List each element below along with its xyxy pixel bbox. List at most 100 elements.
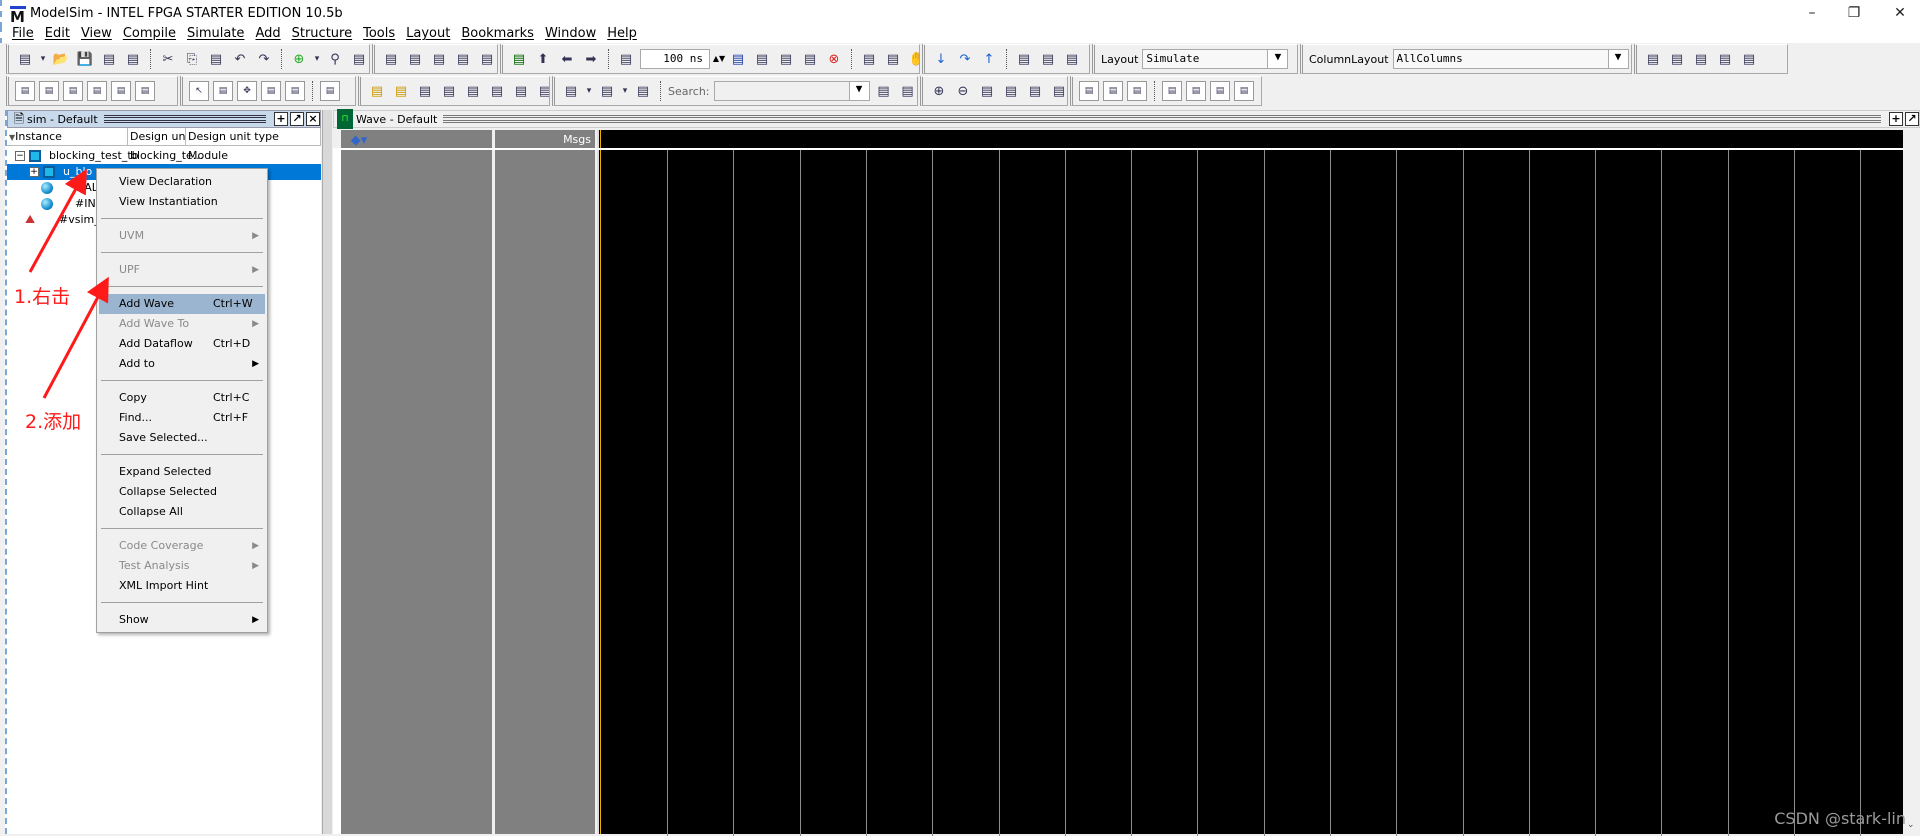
compile-icon[interactable]: ▤ xyxy=(381,49,401,69)
wave-marker-icon[interactable]: ▤ xyxy=(1691,49,1711,69)
performance-icon[interactable]: ▤ xyxy=(883,49,903,69)
zoom-last-icon[interactable]: ▤ xyxy=(1049,81,1067,101)
zoom-range-icon[interactable]: ▤ xyxy=(1025,81,1045,101)
back-icon[interactable]: ⬅ xyxy=(557,49,577,69)
search-input[interactable]: ▼ xyxy=(713,81,870,101)
simulate-icon[interactable]: ▤ xyxy=(453,49,473,69)
wave-export-icon[interactable]: ▤ xyxy=(1739,49,1759,69)
compile-all-icon[interactable]: ▤ xyxy=(429,49,449,69)
undock-button[interactable]: ↗ xyxy=(1905,112,1919,126)
restart-icon[interactable]: ▤ xyxy=(859,49,879,69)
wave-panel-header[interactable]: ⊓ Wave - Default + ↗ xyxy=(333,109,1920,129)
wave-cursor[interactable] xyxy=(600,130,601,834)
compile-help-icon[interactable]: ▤ xyxy=(405,49,425,69)
menu-structure[interactable]: Structure xyxy=(292,26,352,44)
msgs-label: Msgs xyxy=(563,133,591,146)
structure-icon[interactable]: ▤ xyxy=(349,49,369,69)
stop-icon[interactable]: ⊗ xyxy=(824,49,844,69)
zoom-in-icon[interactable]: ⊕ xyxy=(929,81,949,101)
find-icon[interactable]: ⚲ xyxy=(325,49,345,69)
wave-style7-icon[interactable]: ▤ xyxy=(1234,81,1254,101)
break-run-icon[interactable]: ▤ xyxy=(800,49,820,69)
up-icon[interactable]: ⬆ xyxy=(533,49,553,69)
wave-style5-icon[interactable]: ▤ xyxy=(1186,81,1206,101)
run-length-spinner[interactable]: ▲▼ xyxy=(713,49,725,69)
break-icon[interactable]: ▤ xyxy=(477,49,497,69)
toolbar-group: ▤ ▾ ▤ ▾ ▤ Search: ▼ ▤ ▤ xyxy=(552,76,918,106)
expand-time-icon[interactable]: ▤ xyxy=(633,81,653,101)
restore-button[interactable]: ❐ xyxy=(1836,2,1872,24)
wave-style1-icon[interactable]: ▤ xyxy=(1079,81,1099,101)
wave-style4-icon[interactable]: ▤ xyxy=(1162,81,1182,101)
layout-select[interactable]: Simulate ▼ xyxy=(1142,49,1289,69)
menu-item-xml-import-hint[interactable]: XML Import Hint xyxy=(99,576,265,596)
menu-item-code-coverage[interactable]: Code Coverage ▶ xyxy=(99,536,265,556)
waveform-area[interactable] xyxy=(597,130,1903,836)
drag-handle[interactable] xyxy=(443,115,1881,123)
continue-icon[interactable]: ▤ xyxy=(752,49,772,69)
menu-item-show[interactable]: Show ▶ xyxy=(99,610,265,630)
step-out-icon[interactable]: ↑ xyxy=(979,49,999,69)
run-length-icon[interactable]: ▤ xyxy=(616,49,636,69)
wave-list-icon[interactable]: ▤ xyxy=(1715,49,1735,69)
chevron-down-icon[interactable]: ▼ xyxy=(1607,50,1628,68)
close-button[interactable]: ✕ xyxy=(1882,2,1918,24)
menu-layout[interactable]: Layout xyxy=(406,26,450,44)
menu-item-collapse-all[interactable]: Collapse All xyxy=(99,502,265,522)
chevron-down-icon[interactable]: ▾ xyxy=(313,49,321,69)
minimize-button[interactable]: – xyxy=(1794,2,1830,24)
dataflow-icon[interactable]: ▤ xyxy=(320,81,340,101)
link-icon[interactable]: ▤ xyxy=(509,49,529,69)
menu-item-test-analysis[interactable]: Test Analysis ▶ xyxy=(99,556,265,576)
run-all-icon[interactable]: ▤ xyxy=(776,49,796,69)
step-over-icon[interactable]: ↷ xyxy=(955,49,975,69)
step-out2-icon[interactable]: ▤ xyxy=(1062,49,1082,69)
chevron-down-icon[interactable]: ▾ xyxy=(585,81,593,101)
edge-prev-icon[interactable]: ▤ xyxy=(415,81,435,101)
wave-style3-icon[interactable]: ▤ xyxy=(1127,81,1147,101)
zoom-cursor-icon[interactable]: ▤ xyxy=(1001,81,1021,101)
menu-bookmarks[interactable]: Bookmarks xyxy=(461,26,534,44)
run-icon[interactable]: ▤ xyxy=(728,49,748,69)
wave-gridline xyxy=(1595,150,1596,836)
zoom-full-icon[interactable]: ▤ xyxy=(977,81,997,101)
expand-icon[interactable]: ▤ xyxy=(561,81,581,101)
menu-help[interactable]: Help xyxy=(607,26,637,44)
wave-add-icon[interactable]: ▤ xyxy=(1643,49,1663,69)
wave-format-icon[interactable]: ◆▾ xyxy=(349,130,369,150)
chevron-down-icon[interactable]: ⌄ xyxy=(1907,820,1915,830)
search-next-icon[interactable]: ▤ xyxy=(898,81,918,101)
edge-rise-next-icon[interactable]: ▤ xyxy=(535,81,549,101)
cursor-add-icon[interactable]: ▤ xyxy=(367,81,387,101)
wave-values-column[interactable]: Msgs xyxy=(495,130,595,834)
zoom-out-icon[interactable]: ⊖ xyxy=(953,81,973,101)
edge-fall-prev-icon[interactable]: ▤ xyxy=(463,81,483,101)
chevron-down-icon[interactable]: ▼ xyxy=(848,82,869,100)
step-over2-icon[interactable]: ▤ xyxy=(1038,49,1058,69)
add-panel-button[interactable]: + xyxy=(1889,112,1903,126)
hand-icon[interactable]: ✋ xyxy=(907,49,919,69)
wave-edit-icon[interactable]: ▤ xyxy=(1667,49,1687,69)
collapse-icon[interactable]: ▤ xyxy=(597,81,617,101)
forward-icon[interactable]: ➡ xyxy=(581,49,601,69)
edge-fall-next-icon[interactable]: ▤ xyxy=(487,81,507,101)
wave-scrollbar[interactable]: ⌄ xyxy=(1903,128,1920,834)
run-length-input[interactable]: 100 ns xyxy=(640,49,710,69)
wave-style2-icon[interactable]: ▤ xyxy=(1103,81,1123,101)
cursor-delete-icon[interactable]: ▤ xyxy=(391,81,411,101)
wave-style6-icon[interactable]: ▤ xyxy=(1210,81,1230,101)
step-dropdown-icon[interactable]: ▤ xyxy=(1014,49,1034,69)
menu-window[interactable]: Window xyxy=(545,26,596,44)
wave-gridline xyxy=(1463,150,1464,836)
edge-next-icon[interactable]: ▤ xyxy=(439,81,459,101)
chevron-down-icon[interactable]: ▾ xyxy=(621,81,629,101)
step-icon[interactable]: ↓ xyxy=(931,49,951,69)
sim-panel-scrollbar[interactable] xyxy=(322,110,332,834)
search-prev-icon[interactable]: ▤ xyxy=(874,81,894,101)
menu-tools[interactable]: Tools xyxy=(363,26,395,44)
chevron-down-icon[interactable]: ▼ xyxy=(1267,50,1288,68)
wave-signal-names[interactable]: ◆▾ xyxy=(341,130,492,834)
edge-rise-prev-icon[interactable]: ▤ xyxy=(511,81,531,101)
columnlayout-select[interactable]: AllColumns ▼ xyxy=(1392,49,1629,69)
close-panel-button[interactable]: × xyxy=(306,112,320,126)
